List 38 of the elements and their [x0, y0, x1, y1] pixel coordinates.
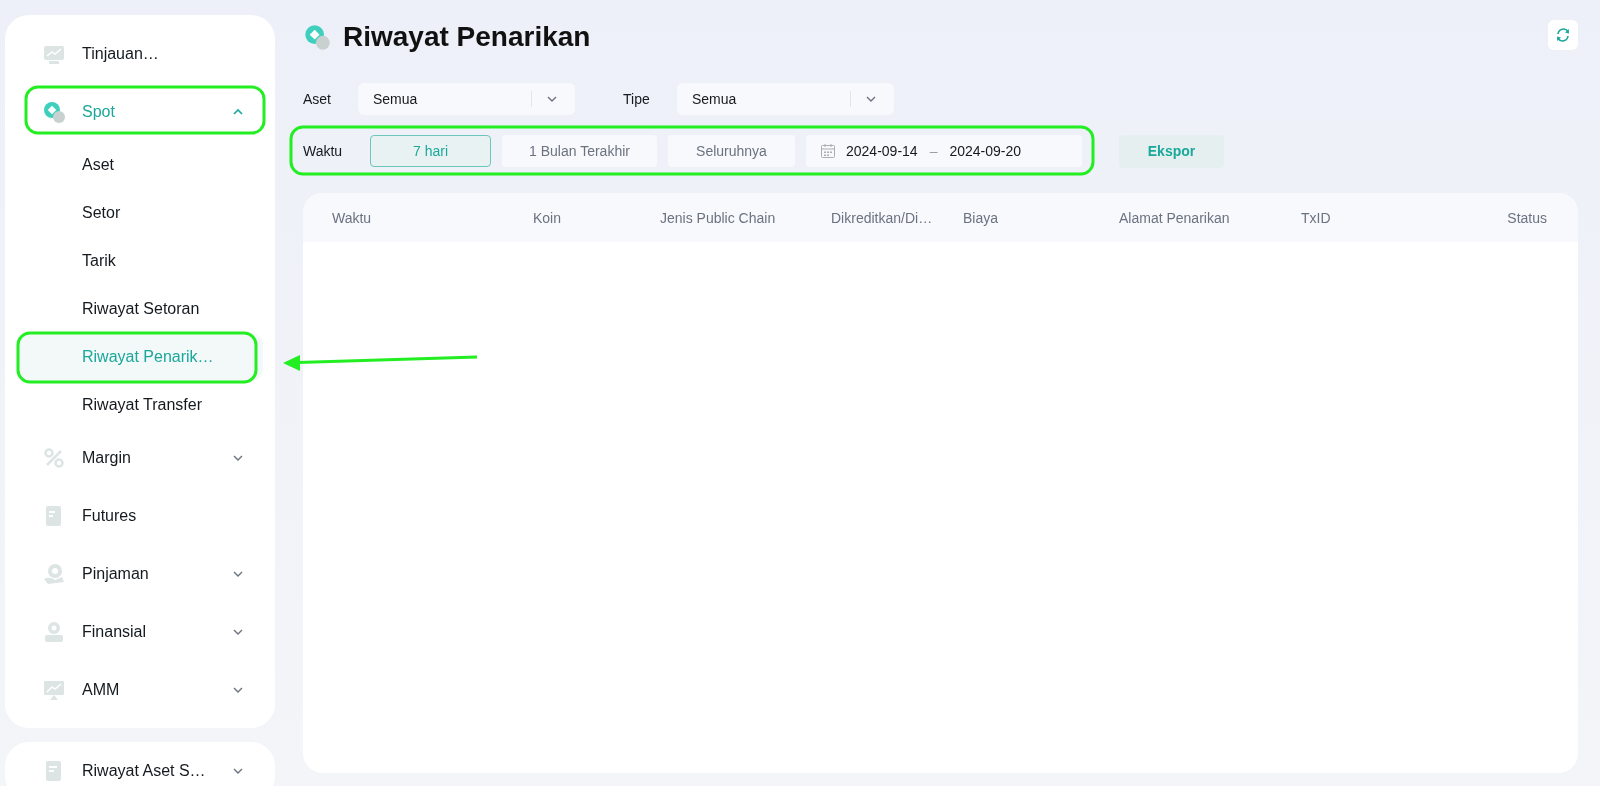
- nav-subitem[interactable]: Riwayat Transfer: [17, 381, 263, 429]
- calendar-icon: [820, 143, 836, 159]
- column-header: Alamat Penarikan: [1119, 209, 1231, 226]
- coin-icon: [42, 100, 66, 124]
- column-header: Status: [1507, 209, 1547, 226]
- percent-icon: [42, 446, 66, 470]
- nav-item[interactable]: Tinjauan…: [5, 25, 275, 83]
- column-header: TxID: [1301, 209, 1332, 226]
- nav-item[interactable]: Margin: [5, 429, 275, 487]
- column-header: Koin: [533, 209, 563, 226]
- refresh-icon: [1555, 27, 1571, 43]
- nav-subitem[interactable]: Riwayat Setoran: [17, 285, 263, 333]
- select-field[interactable]: Semua: [358, 83, 575, 115]
- column-header: Dikreditkan/Di…: [831, 209, 934, 226]
- nav-item[interactable]: Futures: [5, 487, 275, 545]
- chart-board-icon: [42, 678, 66, 702]
- coin-stand-icon: [42, 620, 66, 644]
- nav-item[interactable]: Finansial: [5, 603, 275, 661]
- select-field[interactable]: Semua: [677, 83, 894, 115]
- filter-label: Tipe: [623, 91, 651, 107]
- column-header: Waktu: [332, 209, 373, 226]
- nav-subitem[interactable]: Setor: [17, 189, 263, 237]
- nav-subitem[interactable]: Tarik: [17, 237, 263, 285]
- time-range-option[interactable]: Seluruhnya: [668, 135, 795, 167]
- column-header: Jenis Public Chain: [660, 209, 777, 226]
- nav-item[interactable]: Pinjaman: [5, 545, 275, 603]
- filter-label: Waktu: [303, 143, 344, 159]
- nav-item[interactable]: AMM: [5, 661, 275, 719]
- nav-item[interactable]: Riwayat Aset S…: [5, 742, 275, 786]
- time-range-option[interactable]: 1 Bulan Terakhir: [502, 135, 657, 167]
- column-header: Biaya: [963, 209, 1000, 226]
- filter-label: Aset: [303, 91, 332, 107]
- nav-subitem[interactable]: Aset: [17, 141, 263, 189]
- date-range-field[interactable]: 2024-09-14 – 2024-09-20: [806, 135, 1082, 167]
- coin-icon: [303, 23, 331, 51]
- hand-coin-icon: [42, 562, 66, 586]
- page-title: Riwayat Penarikan: [343, 21, 592, 53]
- refresh-button[interactable]: [1548, 20, 1578, 50]
